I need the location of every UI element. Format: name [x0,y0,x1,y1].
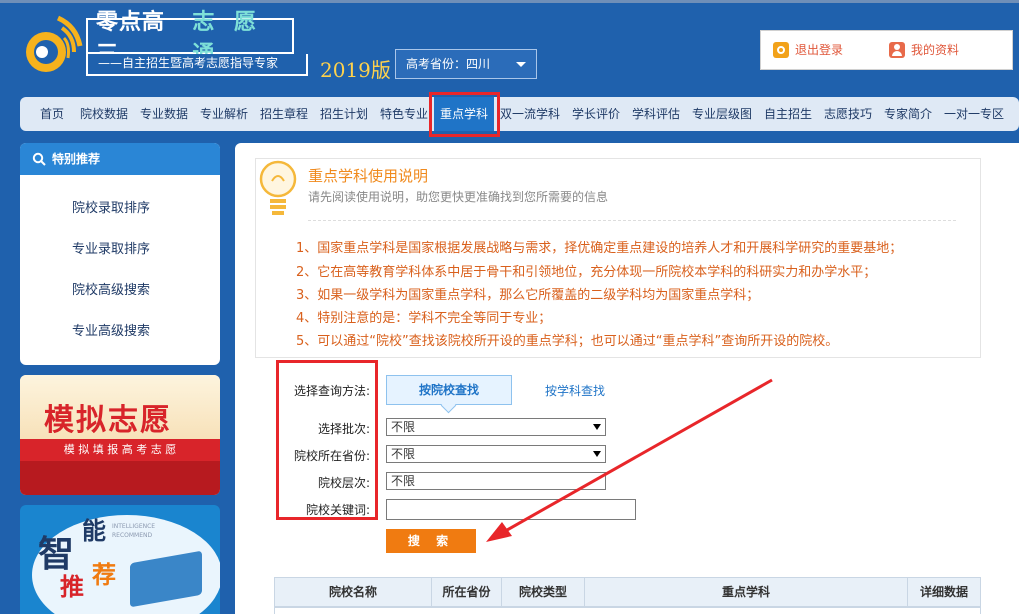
highlight-box-form [276,360,378,520]
column-key-disciplines: 重点学科 [585,578,908,606]
batch-select-value: 不限 [391,420,416,434]
nav-item-senior-reviews[interactable]: 学长评价 [572,97,620,131]
nav-item-featured-majors[interactable]: 特色专业 [380,97,428,131]
province-filter-value: 不限 [391,447,416,461]
lightbulb-icon [259,160,297,215]
edition-year: 2019版 [320,58,391,82]
power-icon [773,41,789,58]
column-details: 详细数据 [919,585,968,599]
instruction-rule-2: 2、它在高等教育学科体系中居于骨干和引领地位，充分体现一所院校本学科的科研实力和… [296,265,877,280]
smart-banner-char-2: 能 [82,516,106,545]
smart-banner-en-2: RECOMMEND [112,532,153,539]
mock-application-banner[interactable]: 模拟志愿 模 拟 填 报 高 考 志 愿 [20,375,220,495]
nav-item-major-analysis[interactable]: 专业解析 [200,97,248,131]
divider [308,220,956,221]
results-table-header: 院校名称 所在省份 院校类型 重点学科 详细数据 [274,577,981,607]
smart-banner-en-1: INTELLIGENCE [112,523,156,530]
instructions-title: 重点学科使用说明 [308,167,429,185]
nav-item-application-tips[interactable]: 志愿技巧 [824,97,872,131]
search-button[interactable]: 搜 索 [386,529,476,553]
instruction-rule-3: 3、如果一级学科为国家重点学科，那么它所覆盖的二级学科均为国家重点学科； [296,288,760,303]
table-row [274,607,981,614]
top-border [0,0,1019,3]
logo-icon [26,15,83,72]
smart-recommend-banner[interactable]: 智 能 推 荐 INTELLIGENCE RECOMMEND [20,505,220,614]
province-select-label: 高考省份：四川 [406,57,491,71]
nav-item-admission-rules[interactable]: 招生章程 [260,97,308,131]
nav-item-discipline-evaluation[interactable]: 学科评估 [632,97,680,131]
nav-item-major-hierarchy[interactable]: 专业层级图 [692,97,752,131]
instruction-rule-5: 5、可以通过“院校”查找该院校所开设的重点学科；也可以通过“重点学科”查询所开设… [296,334,839,349]
nav-item-school-data[interactable]: 院校数据 [80,97,128,131]
instruction-rule-4: 4、特别注意的是：学科不完全等同于专业； [296,311,552,326]
province-select[interactable]: 高考省份：四川 [395,49,537,79]
column-province: 所在省份 [432,578,502,606]
profile-label: 我的资料 [911,43,960,57]
brand-slogan: ——自主招生暨高考志愿指导专家 [86,54,308,76]
column-school-type: 院校类型 [502,578,585,606]
sidebar-header-label: 特别推荐 [52,152,101,166]
brand-title: 零点高三 志 愿 通 [86,9,294,67]
sidebar-recommend: 特别推荐 院校录取排序 专业录取排序 院校高级搜索 专业高级搜索 [20,143,220,365]
mock-banner-subtitle: 模 拟 填 报 高 考 志 愿 [63,443,177,456]
nav-item-independent-admission[interactable]: 自主招生 [764,97,812,131]
sidebar-item-major-ranking[interactable]: 专业录取排序 [72,238,150,257]
search-icon [32,152,46,166]
banner-crowd [20,461,220,495]
nav-item-admission-plan[interactable]: 招生计划 [320,97,368,131]
logout-label: 退出登录 [795,43,844,57]
sidebar-item-major-search[interactable]: 专业高级搜索 [72,320,150,339]
instruction-rule-1: 1、国家重点学科是国家根据发展战略与需求，择优确定重点建设的培养人才和开展科学研… [296,241,903,256]
mock-banner-title: 模拟志愿 [44,403,172,438]
nav-item-experts[interactable]: 专家简介 [884,97,932,131]
profile-link[interactable]: 我的资料 [889,41,959,58]
arrow-annotation-icon [486,378,773,542]
sidebar-item-school-search[interactable]: 院校高级搜索 [72,279,150,298]
sidebar-header: 特别推荐 [20,143,220,175]
level-select-value: 不限 [391,474,416,488]
nav-item-home[interactable]: 首页 [40,97,64,131]
nav-item-one-on-one[interactable]: 一对一专区 [944,97,1004,131]
logout-link[interactable]: 退出登录 [773,41,843,58]
nav-item-double-first-class[interactable]: 双一流学科 [500,97,560,131]
instructions-subtitle: 请先阅读使用说明，助您更快更准确找到您所需要的信息 [308,190,609,204]
user-icon [889,41,905,58]
smart-banner-char-4: 荐 [92,560,116,589]
instructions-panel: 重点学科使用说明 请先阅读使用说明，助您更快更准确找到您所需要的信息 1、国家重… [255,158,981,358]
smart-banner-char-3: 推 [60,572,84,601]
brand: 零点高三 志 愿 通 ——自主招生暨高考志愿指导专家 [86,9,308,78]
chevron-down-icon [516,62,526,67]
nav-item-major-data[interactable]: 专业数据 [140,97,188,131]
column-school-name: 院校名称 [275,578,432,606]
highlight-box-nav [429,92,500,137]
sidebar-item-school-ranking[interactable]: 院校录取排序 [72,197,150,216]
main-nav: 首页 院校数据 专业数据 专业解析 招生章程 招生计划 特色专业 重点学科 双一… [20,97,1019,131]
user-box: 退出登录 我的资料 [760,30,1013,70]
